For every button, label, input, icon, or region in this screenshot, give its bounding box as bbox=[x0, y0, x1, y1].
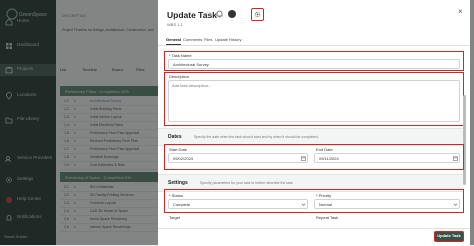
target-label: Target bbox=[169, 215, 181, 220]
tab-update-history[interactable]: Update History bbox=[215, 37, 241, 42]
end-date-value: 09/11/2024 bbox=[319, 156, 339, 161]
status-select[interactable]: Complete bbox=[168, 199, 308, 209]
priority-select[interactable]: Normal bbox=[314, 199, 460, 209]
settings-section-description: Specify parameters for your task to furt… bbox=[200, 180, 293, 185]
description-placeholder: Add task description... bbox=[172, 83, 212, 88]
modal-scrollbar[interactable] bbox=[463, 95, 466, 185]
settings-button[interactable] bbox=[251, 8, 264, 21]
gear-icon bbox=[254, 11, 261, 18]
update-task-button[interactable]: Update Task bbox=[434, 231, 464, 242]
settings-section-header: Settings Specify parameters for your tas… bbox=[158, 174, 463, 192]
end-date-input[interactable]: 09/11/2024 bbox=[314, 153, 460, 163]
chevron-down-icon bbox=[453, 203, 458, 206]
tab-files[interactable]: Files bbox=[204, 37, 212, 42]
tab-comments[interactable]: Comments bbox=[183, 37, 202, 42]
bell-icon[interactable] bbox=[216, 10, 223, 18]
status-value: Complete bbox=[173, 202, 191, 207]
modal-tabs: General Comments Files Update History bbox=[158, 35, 470, 46]
calendar-icon[interactable] bbox=[301, 156, 306, 161]
task-name-input[interactable]: Architectural Survey bbox=[168, 59, 460, 69]
description-label: Description bbox=[169, 74, 190, 79]
close-icon[interactable]: × bbox=[458, 7, 463, 16]
task-name-value: Architectural Survey bbox=[173, 62, 209, 67]
start-date-value: 09/02/2024 bbox=[173, 156, 194, 161]
description-textarea[interactable]: Add task description... bbox=[168, 80, 460, 122]
dates-section-header: Dates Specify the date when the task sho… bbox=[158, 128, 463, 146]
calendar-icon[interactable] bbox=[453, 156, 458, 161]
end-date-label: End Date bbox=[316, 147, 333, 152]
dates-section-description: Specify the date when the task should st… bbox=[194, 134, 319, 139]
repeat-task-label: Repeat Task bbox=[316, 215, 339, 220]
settings-section-title: Settings bbox=[168, 180, 188, 186]
modal-header: Update Task ☆ × WBS 1.1 bbox=[158, 0, 470, 34]
avatar[interactable] bbox=[228, 10, 236, 18]
priority-value: Normal bbox=[319, 202, 332, 207]
start-date-label: Start Date bbox=[169, 147, 188, 152]
priority-label: * Priority bbox=[316, 193, 332, 198]
modal-footer bbox=[158, 228, 470, 246]
start-date-input[interactable]: 09/02/2024 bbox=[168, 153, 308, 163]
wbs-code: WBS 1.1 bbox=[167, 22, 183, 27]
status-label: * Status bbox=[169, 193, 184, 198]
tab-general[interactable]: General bbox=[166, 37, 181, 45]
dates-section-title: Dates bbox=[168, 134, 182, 140]
chevron-down-icon bbox=[301, 203, 306, 206]
star-icon[interactable]: ☆ bbox=[205, 10, 211, 18]
task-name-label: * Task Name bbox=[169, 53, 192, 58]
update-task-modal: Update Task ☆ × WBS 1.1 General Comments… bbox=[158, 0, 470, 246]
